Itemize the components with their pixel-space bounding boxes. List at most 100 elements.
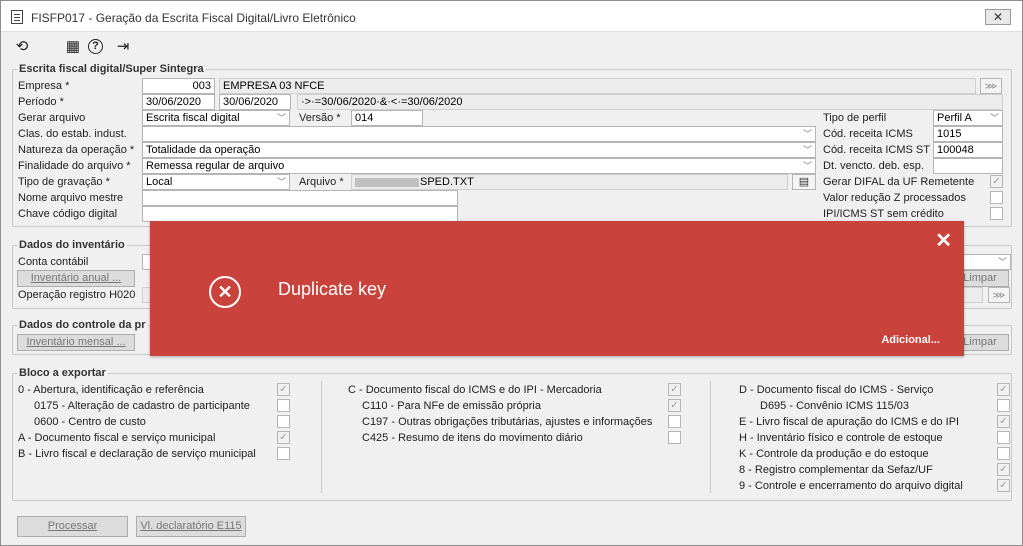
dt-vencto-field[interactable]	[933, 158, 1003, 174]
bloco-item-label: C425 - Resumo de itens do movimento diár…	[362, 432, 583, 444]
chevron-down-icon: ﹀	[997, 257, 1007, 267]
reducao-checkbox[interactable]	[990, 191, 1003, 204]
exit-icon[interactable]: ⇥	[114, 38, 132, 56]
error-toast: ✕ Duplicate key ✕ Adicional...	[150, 221, 964, 356]
additional-link[interactable]: Adicional...	[881, 334, 940, 346]
inventario-anual-button[interactable]: Inventário anual ...	[17, 270, 135, 287]
finalidade-value: Remessa regular de arquivo	[146, 160, 285, 172]
help-icon[interactable]: ?	[88, 39, 103, 54]
operacao-lookup-button[interactable]: ⋙	[988, 287, 1010, 303]
chevron-down-icon: ﹀	[802, 145, 812, 155]
controle-group-title: Dados do controle da pr	[17, 319, 148, 331]
bloco-item-checkbox[interactable]: ✓	[997, 463, 1010, 476]
empresa-lookup-button[interactable]: ⋙	[980, 78, 1002, 94]
cod-icms-label: Cód. receita ICMS	[823, 128, 913, 140]
bloco-item-checkbox[interactable]	[668, 431, 681, 444]
bloco-item-checkbox[interactable]: ✓	[668, 383, 681, 396]
bloco-item-label: D695 - Convênio ICMS 115/03	[760, 400, 909, 412]
chevron-down-icon: ﹀	[802, 129, 812, 139]
ipi-label: IPI/ICMS ST sem crédito	[823, 208, 944, 220]
column-divider	[710, 381, 711, 493]
bloco-item-label: H - Inventário físico e controle de esto…	[739, 432, 943, 444]
bloco-item-label: A - Documento fiscal e serviço municipal	[18, 432, 216, 444]
inventario-group-title: Dados do inventário	[17, 239, 127, 251]
tipo-perfil-select[interactable]: Perfil A ﹀	[933, 110, 1003, 126]
bloco-item-checkbox[interactable]	[997, 447, 1010, 460]
close-window-button[interactable]: ✕	[985, 9, 1011, 25]
ipi-checkbox[interactable]	[990, 207, 1003, 220]
chave-codigo-label: Chave código digital	[18, 208, 118, 220]
redacted-filename	[355, 177, 419, 187]
nome-arquivo-field[interactable]	[142, 190, 458, 206]
cod-icms-field[interactable]: 1015	[933, 126, 1003, 142]
tipo-perfil-value: Perfil A	[937, 112, 972, 124]
clas-estab-label: Clas. do estab. indust.	[18, 128, 127, 140]
finalidade-select[interactable]: Remessa regular de arquivo ﹀	[142, 158, 816, 174]
bloco-item-checkbox[interactable]	[997, 399, 1010, 412]
bloco-item-checkbox[interactable]: ✓	[668, 399, 681, 412]
bloco-item-label: C - Documento fiscal do ICMS e do IPI - …	[348, 384, 602, 396]
difal-checkbox[interactable]: ✓	[990, 175, 1003, 188]
declaratorio-button[interactable]: Vl. declaratório E115	[136, 516, 246, 537]
arquivo-label: Arquivo *	[299, 176, 344, 188]
inventario-mensal-button[interactable]: Inventário mensal ...	[17, 334, 135, 351]
versao-label: Versão *	[299, 112, 341, 124]
gerar-arquivo-value: Escrita fiscal digital	[146, 112, 240, 124]
bloco-item-checkbox[interactable]	[277, 399, 290, 412]
bloco-item-checkbox[interactable]	[277, 415, 290, 428]
arquivo-value: SPED.TXT	[420, 176, 474, 188]
refresh-icon[interactable]: ⟲	[13, 38, 31, 56]
error-circle-icon: ✕	[209, 276, 241, 308]
bloco-item-checkbox[interactable]: ✓	[277, 383, 290, 396]
column-divider	[321, 381, 322, 493]
dt-vencto-label: Dt. vencto. deb. esp.	[823, 160, 924, 172]
bloco-group-title: Bloco a exportar	[17, 367, 108, 379]
bloco-item-label: 0 - Abertura, identificação e referência	[18, 384, 204, 396]
bloco-item-checkbox[interactable]: ✓	[997, 415, 1010, 428]
periodo-end-field[interactable]: 30/06/2020	[219, 94, 291, 110]
cod-icms-st-field[interactable]: 100048	[933, 142, 1003, 158]
versao-field[interactable]: 014	[351, 110, 423, 126]
bloco-item-checkbox[interactable]	[277, 447, 290, 460]
chevron-down-icon: ﹀	[802, 161, 812, 171]
finalidade-label: Finalidade do arquivo *	[18, 160, 131, 172]
periodo-start-field[interactable]: 30/06/2020	[142, 94, 215, 110]
bloco-item-label: C197 - Outras obrigações tributárias, aj…	[362, 416, 653, 428]
nome-arquivo-label: Nome arquivo mestre	[18, 192, 124, 204]
bloco-item-checkbox[interactable]: ✓	[997, 479, 1010, 492]
bloco-item-label: E - Livro fiscal de apuração do ICMS e d…	[739, 416, 960, 428]
chevron-down-icon: ﹀	[276, 113, 286, 123]
chevron-down-icon: ﹀	[989, 113, 999, 123]
processar-button[interactable]: Processar	[17, 516, 128, 537]
empresa-code-field[interactable]: 003	[142, 78, 215, 94]
bloco-item-checkbox[interactable]	[997, 431, 1010, 444]
bloco-item-label: B - Livro fiscal e declaração de serviço…	[18, 448, 256, 460]
bloco-item-checkbox[interactable]: ✓	[997, 383, 1010, 396]
tipo-gravacao-value: Local	[146, 176, 173, 188]
difal-label: Gerar DIFAL da UF Remetente	[823, 176, 975, 188]
bloco-item-checkbox[interactable]	[668, 415, 681, 428]
gerar-arquivo-select[interactable]: Escrita fiscal digital ﹀	[142, 110, 290, 126]
window-title: FISFP017 - Geração da Escrita Fiscal Dig…	[31, 11, 356, 25]
periodo-label: Período *	[18, 96, 64, 108]
bloco-item-label: D - Documento fiscal do ICMS - Serviço	[739, 384, 934, 396]
tipo-gravacao-select[interactable]: Local ﹀	[142, 174, 290, 190]
browse-file-icon[interactable]: ▤	[792, 174, 816, 190]
tipo-perfil-label: Tipo de perfil	[823, 112, 887, 124]
natureza-value: Totalidade da operação	[146, 144, 261, 156]
chevron-down-icon: ﹀	[276, 177, 286, 187]
natureza-select[interactable]: Totalidade da operação ﹀	[142, 142, 816, 158]
bloco-item-checkbox[interactable]: ✓	[277, 431, 290, 444]
operacao-h020-label: Operação registro H020	[18, 289, 136, 301]
close-icon[interactable]: ✕	[935, 228, 952, 253]
bloco-item-label: 8 - Registro complementar da Sefaz/UF	[739, 464, 933, 476]
clas-estab-select[interactable]: ﹀	[142, 126, 816, 142]
chave-codigo-field[interactable]	[142, 206, 458, 222]
natureza-label: Natureza da operação *	[18, 144, 135, 156]
bloco-item-label: K - Controle da produção e do estoque	[739, 448, 929, 460]
bloco-item-label: 0175 - Alteração de cadastro de particip…	[34, 400, 250, 412]
escrita-group-title: Escrita fiscal digital/Super Sintegra	[17, 63, 206, 75]
conta-contabil-label: Conta contábil	[18, 256, 89, 268]
main-window: FISFP017 - Geração da Escrita Fiscal Dig…	[0, 0, 1023, 546]
calculator-icon[interactable]: ▦	[64, 38, 82, 56]
